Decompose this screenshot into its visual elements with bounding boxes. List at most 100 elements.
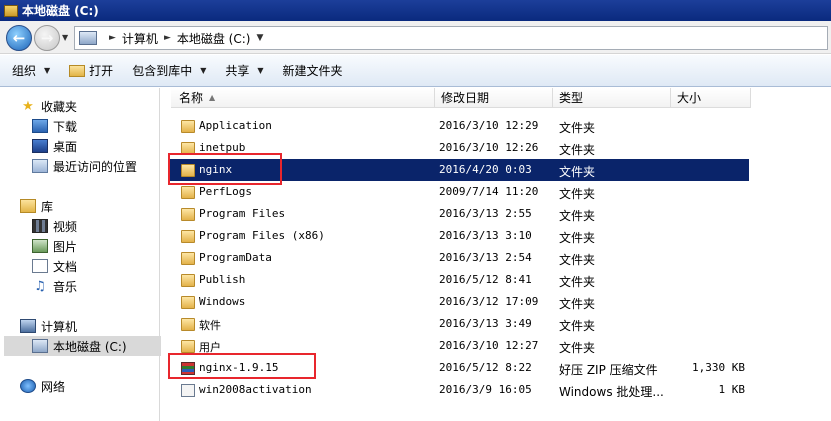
table-row[interactable]: Program Files 2016/3/13 2:55 文件夹 — [169, 203, 749, 225]
address-bar-area: ← → ▼ ► 计算机 ► 本地磁盘 (C:) ▼ — [0, 21, 831, 54]
file-modified: 2016/3/13 3:49 — [439, 317, 532, 330]
file-modified: 2016/5/12 8:41 — [439, 273, 532, 286]
window-title: 本地磁盘 (C:) — [22, 4, 99, 18]
file-name: 软件 — [199, 319, 221, 332]
drive-icon — [4, 4, 18, 17]
chevron-right-icon[interactable]: ► — [109, 33, 116, 43]
drive-icon — [32, 339, 48, 353]
file-modified: 2016/3/10 12:29 — [439, 119, 539, 132]
table-row[interactable]: Publish 2016/5/12 8:41 文件夹 — [169, 269, 749, 291]
sidebar-favorites[interactable]: ★ 收藏夹 — [20, 96, 178, 116]
desktop-icon — [32, 139, 48, 153]
column-name-label: 名称 — [179, 91, 204, 105]
documents-icon — [32, 259, 48, 273]
table-row[interactable]: win2008activation 2016/3/9 16:05 Windows 批… — [169, 379, 749, 401]
file-name: Program Files — [199, 207, 286, 220]
file-modified: 2016/4/20 0:03 — [439, 163, 532, 176]
file-type: 文件夹 — [559, 187, 596, 201]
computer-icon — [20, 319, 36, 333]
batch-file-icon — [181, 384, 195, 397]
table-row[interactable]: Application 2016/3/10 12:29 文件夹 — [169, 115, 749, 137]
column-header-type[interactable]: 类型 — [553, 88, 671, 108]
table-row[interactable]: Windows 2016/3/12 17:09 文件夹 — [169, 291, 749, 313]
table-row[interactable]: Program Files (x86) 2016/3/13 3:10 文件夹 — [169, 225, 749, 247]
sidebar-network[interactable]: 网络 — [20, 376, 178, 396]
sidebar-item-label: 文档 — [53, 259, 78, 274]
file-modified: 2016/3/13 2:55 — [439, 207, 532, 220]
folder-icon — [181, 340, 195, 353]
folder-icon — [181, 296, 195, 309]
file-type: 好压 ZIP 压缩文件 — [559, 363, 658, 377]
arrow-right-icon: → — [40, 29, 54, 47]
file-modified: 2016/3/13 2:54 — [439, 251, 532, 264]
recent-pages-dropdown[interactable]: ▼ — [62, 33, 72, 43]
file-name: Application — [199, 119, 272, 132]
breadcrumb-computer[interactable]: 计算机 — [122, 30, 158, 47]
computer-icon — [79, 31, 97, 45]
breadcrumb-local-disk[interactable]: 本地磁盘 (C:) — [177, 30, 251, 47]
sidebar-libraries-label: 库 — [41, 199, 54, 214]
organize-menu[interactable]: 组织 ▼ — [12, 62, 50, 79]
column-modified-label: 修改日期 — [441, 91, 490, 105]
table-row[interactable]: 软件 2016/3/13 3:49 文件夹 — [169, 313, 749, 335]
file-modified: 2016/3/10 12:26 — [439, 141, 539, 154]
highlight-box-nginx-folder — [168, 153, 282, 185]
folder-icon — [181, 252, 195, 265]
chevron-right-icon[interactable]: ► — [164, 33, 171, 43]
file-name: Publish — [199, 273, 246, 286]
chevron-down-icon: ▼ — [257, 66, 264, 75]
chevron-down-icon: ▼ — [200, 66, 207, 75]
folder-icon — [181, 230, 195, 243]
column-size-label: 大小 — [677, 91, 702, 105]
sidebar-item-label: 本地磁盘 (C:) — [53, 339, 127, 354]
open-button[interactable]: 打开 — [69, 62, 113, 79]
forward-button[interactable]: → — [34, 25, 60, 51]
address-box[interactable]: ► 计算机 ► 本地磁盘 (C:) ▼ — [74, 26, 828, 50]
file-type: 文件夹 — [559, 275, 596, 289]
sidebar-item-label: 最近访问的位置 — [53, 159, 138, 174]
file-type: 文件夹 — [559, 231, 596, 245]
file-modified: 2016/3/13 3:10 — [439, 229, 532, 242]
sidebar-item-local-disk-c[interactable]: 本地磁盘 (C:) — [4, 336, 162, 356]
folder-open-icon — [69, 64, 86, 77]
include-in-library-menu[interactable]: 包含到库中 ▼ — [132, 62, 206, 79]
file-type: 文件夹 — [559, 209, 596, 223]
file-modified: 2016/3/10 12:27 — [439, 339, 539, 352]
sidebar-computer[interactable]: 计算机 — [20, 316, 178, 336]
file-type: 文件夹 — [559, 121, 596, 135]
sidebar-network-label: 网络 — [41, 379, 66, 394]
navigation-pane: ★ 收藏夹 下载 桌面 最近访问的位置 库 视频 图片 文档 ♫ 音乐 计算机 … — [0, 88, 162, 421]
sidebar-item-label: 视频 — [53, 219, 78, 234]
share-menu[interactable]: 共享 ▼ — [225, 62, 263, 79]
column-header-name[interactable]: 名称 ▲ — [171, 88, 435, 108]
library-icon — [20, 199, 36, 213]
sort-ascending-icon: ▲ — [209, 93, 216, 102]
new-folder-label: 新建文件夹 — [282, 64, 343, 78]
file-type: Windows 批处理... — [559, 385, 664, 399]
file-modified: 2009/7/14 11:20 — [439, 185, 539, 198]
file-name: ProgramData — [199, 251, 272, 264]
sidebar-libraries[interactable]: 库 — [20, 196, 178, 216]
new-folder-button[interactable]: 新建文件夹 — [283, 62, 343, 79]
share-label: 共享 — [225, 64, 250, 78]
back-button[interactable]: ← — [6, 25, 32, 51]
title-bar: 本地磁盘 (C:) — [0, 0, 831, 21]
sidebar-item-label: 图片 — [53, 239, 78, 254]
file-modified: 2016/5/12 8:22 — [439, 361, 532, 374]
table-row[interactable]: ProgramData 2016/3/13 2:54 文件夹 — [169, 247, 749, 269]
network-icon — [20, 379, 36, 393]
sidebar-computer-label: 计算机 — [41, 319, 78, 334]
video-icon — [32, 219, 48, 233]
column-header-modified[interactable]: 修改日期 — [435, 88, 553, 108]
chevron-down-icon[interactable]: ▼ — [256, 33, 263, 43]
file-type: 文件夹 — [559, 297, 596, 311]
highlight-box-nginx-zip — [168, 353, 316, 379]
star-icon: ★ — [22, 98, 34, 114]
file-size: 1,330 KB — [692, 361, 745, 374]
file-type: 文件夹 — [559, 165, 596, 179]
breadcrumb: ► 计算机 ► 本地磁盘 (C:) ▼ — [103, 30, 269, 47]
file-name: Windows — [199, 295, 246, 308]
folder-icon — [181, 208, 195, 221]
file-type: 文件夹 — [559, 319, 596, 333]
column-header-size[interactable]: 大小 — [671, 88, 751, 108]
